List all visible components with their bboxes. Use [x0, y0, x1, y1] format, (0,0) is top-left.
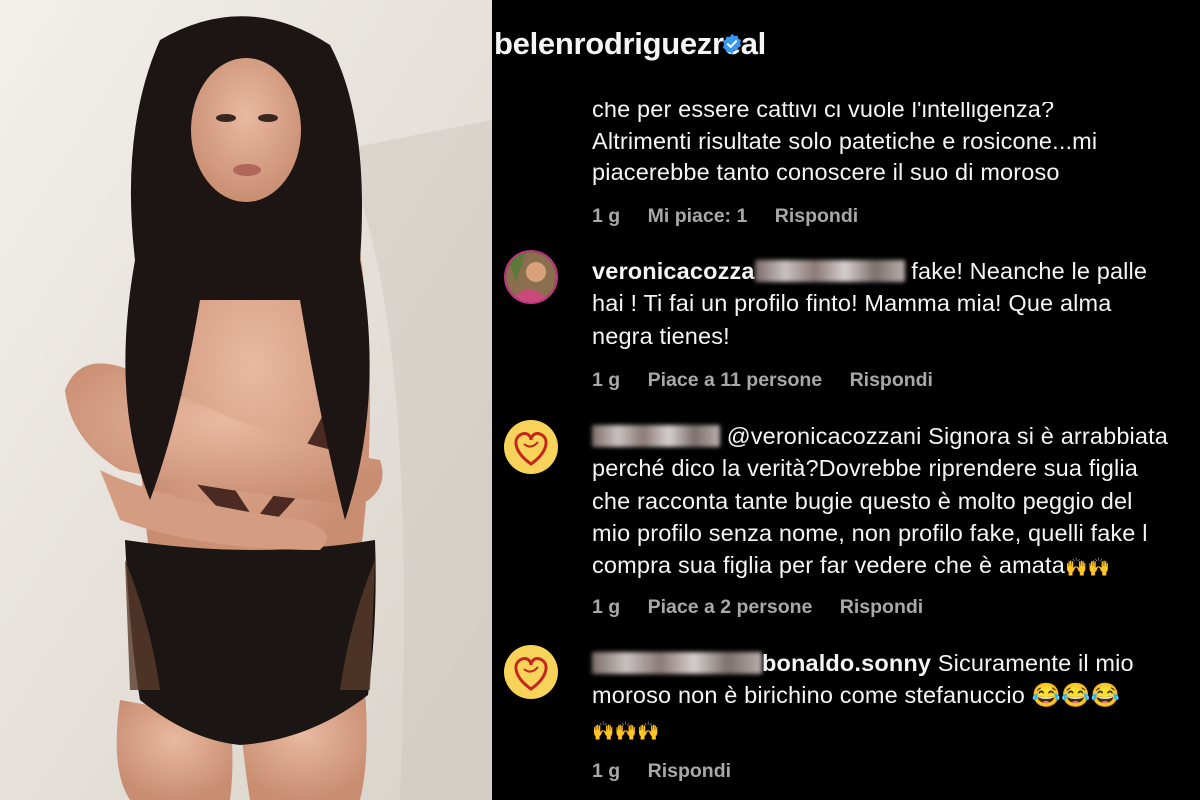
comment-2-line-2: hai ! Ti fai un profilo finto! Mamma mia…: [592, 290, 1112, 316]
portrait-image: [0, 0, 492, 800]
comment-4-line-3: 🙌🙌🙌: [592, 714, 660, 747]
comment-3-line-3: che racconta tante bugie questo è molto …: [592, 488, 1133, 514]
comment-3-line-4: mio profilo senza nome, non profilo fake…: [592, 520, 1148, 546]
comment-4-time: 1 g: [592, 760, 621, 782]
comment-4-line-1: bonaldo.sonny Sicuramente il mio: [592, 648, 1134, 679]
portrait-photo: [0, 0, 492, 800]
comment-2-time: 1 g: [592, 369, 621, 391]
comment-3-line-1: @veronicacozzani Signora si è arrabbiata: [592, 421, 1168, 452]
censored-username-part: [754, 260, 905, 282]
clap-emoji-icon: 🙌🙌: [1064, 557, 1111, 577]
comment-2-likes[interactable]: Piace a 11 persone: [648, 369, 823, 392]
comment-4-avatar[interactable]: [504, 645, 558, 699]
comment-1-line-3: piacerebbe tanto conoscere il suo di mor…: [592, 159, 1060, 185]
comment-3-text-end: compra sua figlia per far vedere che è a…: [592, 552, 1065, 578]
comment-2-line-3: negra tienes!: [592, 323, 730, 349]
comment-3-line-5: compra sua figlia per far vedere che è a…: [592, 550, 1110, 583]
comment-3-reply-button[interactable]: Rispondi: [840, 596, 923, 619]
comment-1-line-2: Altrimenti risultate solo patetiche e ro…: [592, 128, 1098, 154]
comment-4-text-start: Sicuramente il mio: [937, 650, 1134, 676]
clap-emoji-icon: 🙌🙌🙌: [592, 721, 660, 741]
comment-4-username[interactable]: bonaldo.sonny: [762, 650, 931, 676]
comment-4-line-2: moroso non è birichino come stefanuccio …: [592, 680, 1120, 711]
screenshot-root: belenrodriguezreal che per essere cattiv…: [0, 0, 1200, 800]
laughing-emoji-icon: 😂😂😂: [1031, 682, 1120, 708]
censored-username: [592, 425, 720, 447]
comment-3-avatar[interactable]: [504, 420, 558, 474]
comment-2-meta: 1 g Piace a 11 persone Rispondi: [592, 369, 955, 392]
comment-1-meta: 1 g Mi piace: 1 Rispondi: [592, 205, 880, 228]
comment-4-text-line2: moroso non è birichino come stefanuccio: [592, 682, 1025, 708]
comment-2-avatar[interactable]: [504, 250, 558, 304]
comment-1-line-1: che per essere cattivi ci vuole l'intell…: [592, 96, 1055, 122]
comment-3-text-start: @veronicacozzani Signora si è arrabbiata: [726, 423, 1169, 449]
comment-2-text-start: fake! Neanche le palle: [911, 258, 1148, 284]
post-header: belenrodriguezreal: [492, 0, 1200, 90]
comment-4-meta: 1 g Rispondi: [592, 760, 753, 783]
comment-3-time: 1 g: [592, 596, 621, 618]
comment-1-likes[interactable]: Mi piace: 1: [648, 205, 748, 228]
comment-2-line-1: veronicacozza fake! Neanche le palle: [592, 256, 1147, 287]
comment-2-reply-button[interactable]: Rispondi: [850, 369, 933, 392]
instagram-comments-panel: belenrodriguezreal che per essere cattiv…: [492, 0, 1200, 800]
comment-4-reply-button[interactable]: Rispondi: [648, 760, 731, 783]
comment-3-likes[interactable]: Piace a 2 persone: [648, 596, 813, 619]
comment-1-reply-button[interactable]: Rispondi: [775, 205, 858, 228]
comment-1-time: 1 g: [592, 205, 621, 227]
comment-3-line-2: perché dico la verità?Dovrebbe riprender…: [592, 455, 1138, 481]
heart-avatar-icon: [504, 645, 558, 699]
censored-username-part: [592, 652, 762, 674]
comment-3-meta: 1 g Piace a 2 persone Rispondi: [592, 596, 945, 619]
verified-badge-icon: [722, 33, 742, 55]
comment-2-username[interactable]: veronicacozza: [592, 258, 755, 284]
heart-avatar-icon: [504, 420, 558, 474]
avatar-photo: [506, 252, 556, 302]
